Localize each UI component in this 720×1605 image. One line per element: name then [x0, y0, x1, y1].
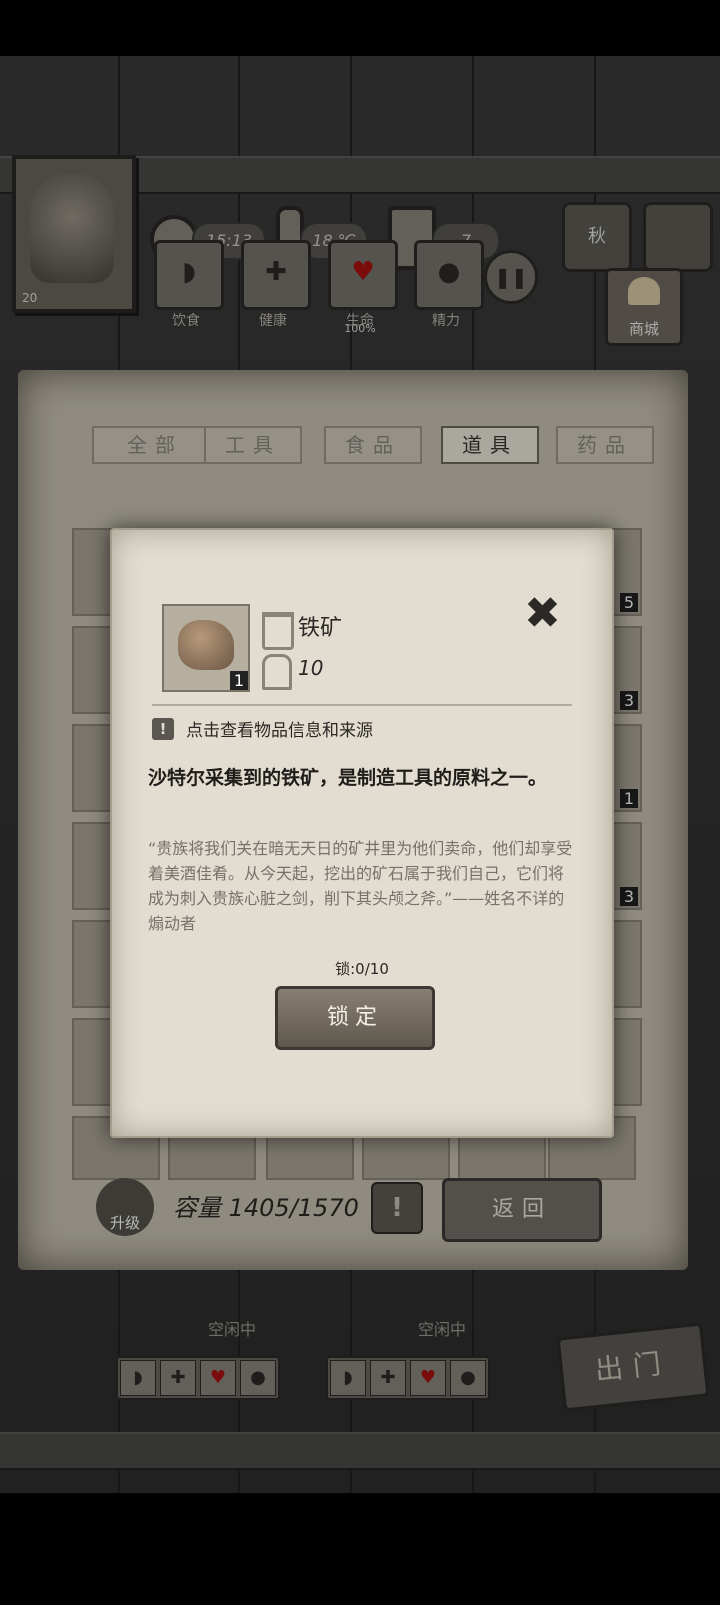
item-weight: 10: [298, 656, 324, 680]
item-description: 沙特尔采集到的铁矿，是制造工具的原料之一。: [148, 767, 548, 789]
lock-count: 锁:0/10: [335, 960, 389, 978]
item-count: 1: [229, 671, 248, 690]
status-bar-area: [0, 0, 720, 56]
item-detail-dialog: 1 铁矿 ✖ 10 ! 点击查看物品信息和来源 沙特尔采集到的铁矿，是制造工具的…: [110, 528, 614, 1138]
item-flavor-quote: “贵族将我们关在暗无天日的矿井里为他们卖命，他们却享受着美酒佳肴。从今天起，挖出…: [148, 839, 573, 933]
info-icon[interactable]: !: [152, 718, 174, 740]
item-source-hint[interactable]: 点击查看物品信息和来源: [186, 716, 373, 741]
navigation-bar-area: [0, 1493, 720, 1605]
item-name: 铁矿: [298, 616, 343, 641]
item-thumbnail: 1: [162, 604, 250, 692]
lock-button[interactable]: 锁定: [275, 986, 435, 1050]
divider: [152, 704, 572, 706]
trash-icon[interactable]: [262, 612, 294, 650]
close-icon[interactable]: ✖: [524, 588, 561, 639]
iron-ore-icon: [178, 620, 234, 670]
weight-icon: [262, 654, 292, 690]
